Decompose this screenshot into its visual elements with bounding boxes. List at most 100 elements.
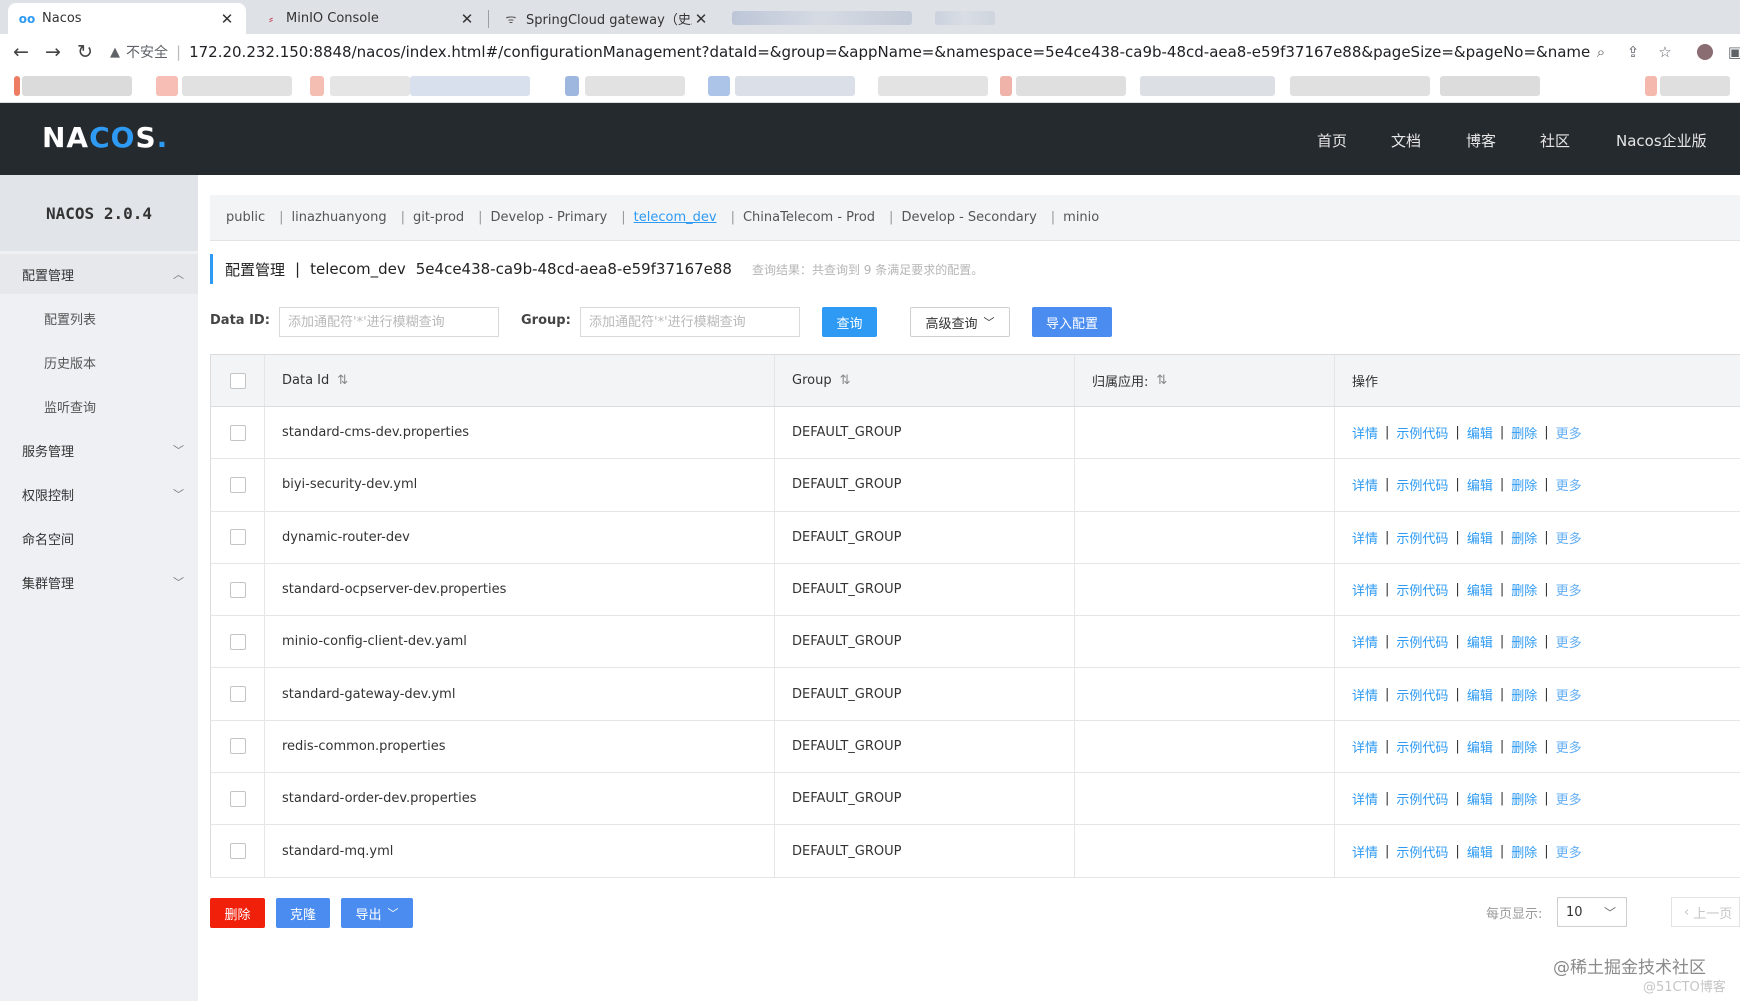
bookmark-item[interactable] <box>14 76 20 96</box>
row-checkbox[interactable] <box>229 686 246 703</box>
row-op-2[interactable]: 编辑 <box>1467 842 1493 861</box>
browser-tab-nacos[interactable]: oo Nacos ✕ <box>8 3 246 34</box>
bookmark-item[interactable] <box>310 76 324 96</box>
import-config-button[interactable]: 导入配置 <box>1032 307 1112 337</box>
row-op-3[interactable]: 删除 <box>1511 580 1537 599</box>
namespace-git-prod[interactable]: git-prod <box>413 210 464 225</box>
row-checkbox[interactable] <box>229 790 246 807</box>
row-checkbox[interactable] <box>229 581 246 598</box>
row-op-4[interactable]: 更多 <box>1556 580 1582 599</box>
row-op-3[interactable]: 删除 <box>1511 475 1537 494</box>
row-op-2[interactable]: 编辑 <box>1467 632 1493 651</box>
sort-icon[interactable]: ⇅ <box>1156 373 1167 388</box>
row-checkbox[interactable] <box>229 633 246 650</box>
row-op-0[interactable]: 详情 <box>1352 423 1378 442</box>
advanced-query-button[interactable]: 高级查询 ﹀ <box>910 307 1010 337</box>
header-app[interactable]: 归属应用: ⇅ <box>1075 355 1335 406</box>
row-op-4[interactable]: 更多 <box>1556 842 1582 861</box>
nacos-logo[interactable]: NACOS. <box>42 121 168 154</box>
row-op-3[interactable]: 删除 <box>1511 685 1537 704</box>
export-button[interactable]: 导出 ﹀ <box>341 898 413 928</box>
row-op-4[interactable]: 更多 <box>1556 632 1582 651</box>
nav-link-home[interactable]: 首页 <box>1317 130 1347 151</box>
row-checkbox[interactable] <box>229 529 246 546</box>
row-op-0[interactable]: 详情 <box>1352 475 1378 494</box>
bookmark-item[interactable] <box>410 76 530 96</box>
batch-delete-button[interactable]: 删除 <box>210 898 265 928</box>
close-icon[interactable]: ✕ <box>218 10 236 28</box>
bookmark-item[interactable] <box>1290 76 1430 96</box>
nav-link-docs[interactable]: 文档 <box>1391 130 1421 151</box>
row-op-2[interactable]: 编辑 <box>1467 789 1493 808</box>
back-arrow-icon[interactable]: ← <box>8 39 34 65</box>
namespace-linazhuanyong[interactable]: linazhuanyong <box>292 210 387 225</box>
namespace-develop-primary[interactable]: Develop - Primary <box>491 210 608 225</box>
sidebar-item-service-management[interactable]: 服务管理 ﹀ <box>0 430 198 470</box>
row-op-3[interactable]: 删除 <box>1511 528 1537 547</box>
row-checkbox[interactable] <box>229 476 246 493</box>
row-op-0[interactable]: 详情 <box>1352 632 1378 651</box>
row-op-3[interactable]: 删除 <box>1511 737 1537 756</box>
row-op-0[interactable]: 详情 <box>1352 789 1378 808</box>
row-op-2[interactable]: 编辑 <box>1467 475 1493 494</box>
star-icon[interactable]: ☆ <box>1652 39 1678 65</box>
bookmark-item[interactable] <box>565 76 579 96</box>
row-op-2[interactable]: 编辑 <box>1467 737 1493 756</box>
row-op-1[interactable]: 示例代码 <box>1396 580 1448 599</box>
sidebar-item-listener-query[interactable]: 监听查询 <box>0 386 198 426</box>
query-button[interactable]: 查询 <box>822 307 877 337</box>
select-all-checkbox[interactable] <box>229 372 246 389</box>
row-op-1[interactable]: 示例代码 <box>1396 632 1448 651</box>
browser-tab-minio[interactable]: ⸗ MinIO Console ✕ <box>252 3 486 34</box>
sidebar-item-history[interactable]: 历史版本 <box>0 342 198 382</box>
row-op-4[interactable]: 更多 <box>1556 737 1582 756</box>
url-field[interactable]: ▲ 不安全 | 172.20.232.150:8848/nacos/index.… <box>110 39 1590 65</box>
bookmark-item[interactable] <box>708 76 730 96</box>
row-op-4[interactable]: 更多 <box>1556 528 1582 547</box>
row-op-2[interactable]: 编辑 <box>1467 685 1493 704</box>
row-checkbox[interactable] <box>229 843 246 860</box>
row-op-0[interactable]: 详情 <box>1352 737 1378 756</box>
previous-page-button[interactable]: ‹ 上一页 <box>1671 897 1740 927</box>
nav-link-blog[interactable]: 博客 <box>1466 130 1496 151</box>
row-op-3[interactable]: 删除 <box>1511 789 1537 808</box>
row-op-3[interactable]: 删除 <box>1511 842 1537 861</box>
sort-icon[interactable]: ⇅ <box>840 373 851 388</box>
row-op-1[interactable]: 示例代码 <box>1396 685 1448 704</box>
bookmark-item[interactable] <box>1016 76 1126 96</box>
close-icon[interactable]: ✕ <box>692 10 710 28</box>
namespace-minio[interactable]: minio <box>1063 210 1099 225</box>
row-op-0[interactable]: 详情 <box>1352 842 1378 861</box>
row-op-0[interactable]: 详情 <box>1352 580 1378 599</box>
sidebar-item-namespace[interactable]: 命名空间 <box>0 518 198 558</box>
header-data-id[interactable]: Data Id ⇅ <box>265 355 775 406</box>
namespace-public[interactable]: public <box>226 210 265 225</box>
forward-arrow-icon[interactable]: → <box>40 39 66 65</box>
row-op-1[interactable]: 示例代码 <box>1396 475 1448 494</box>
row-checkbox[interactable] <box>229 738 246 755</box>
row-op-1[interactable]: 示例代码 <box>1396 737 1448 756</box>
row-op-1[interactable]: 示例代码 <box>1396 423 1448 442</box>
sidebar-item-config-list[interactable]: 配置列表 <box>0 298 198 338</box>
reload-icon[interactable]: ↻ <box>72 39 98 65</box>
row-op-4[interactable]: 更多 <box>1556 475 1582 494</box>
group-input[interactable] <box>580 307 800 337</box>
zoom-icon[interactable]: ⌕ <box>1588 39 1614 65</box>
row-checkbox[interactable] <box>229 424 246 441</box>
row-op-2[interactable]: 编辑 <box>1467 423 1493 442</box>
sidebar-item-cluster-management[interactable]: 集群管理 ﹀ <box>0 562 198 602</box>
close-icon[interactable]: ✕ <box>458 10 476 28</box>
row-op-0[interactable]: 详情 <box>1352 685 1378 704</box>
nav-link-community[interactable]: 社区 <box>1540 130 1570 151</box>
row-op-3[interactable]: 删除 <box>1511 632 1537 651</box>
namespace-develop-secondary[interactable]: Develop - Secondary <box>901 210 1036 225</box>
row-op-4[interactable]: 更多 <box>1556 789 1582 808</box>
row-op-2[interactable]: 编辑 <box>1467 528 1493 547</box>
header-group[interactable]: Group ⇅ <box>775 355 1075 406</box>
data-id-input[interactable] <box>279 307 499 337</box>
sidebar-item-config-management[interactable]: 配置管理 ︿ <box>0 254 198 294</box>
row-op-2[interactable]: 编辑 <box>1467 580 1493 599</box>
row-op-1[interactable]: 示例代码 <box>1396 528 1448 547</box>
nav-link-enterprise[interactable]: Nacos企业版 <box>1616 130 1707 151</box>
browser-tab-gateway[interactable]: ᯤ SpringCloud gateway（史上最 ✕ <box>492 3 720 34</box>
